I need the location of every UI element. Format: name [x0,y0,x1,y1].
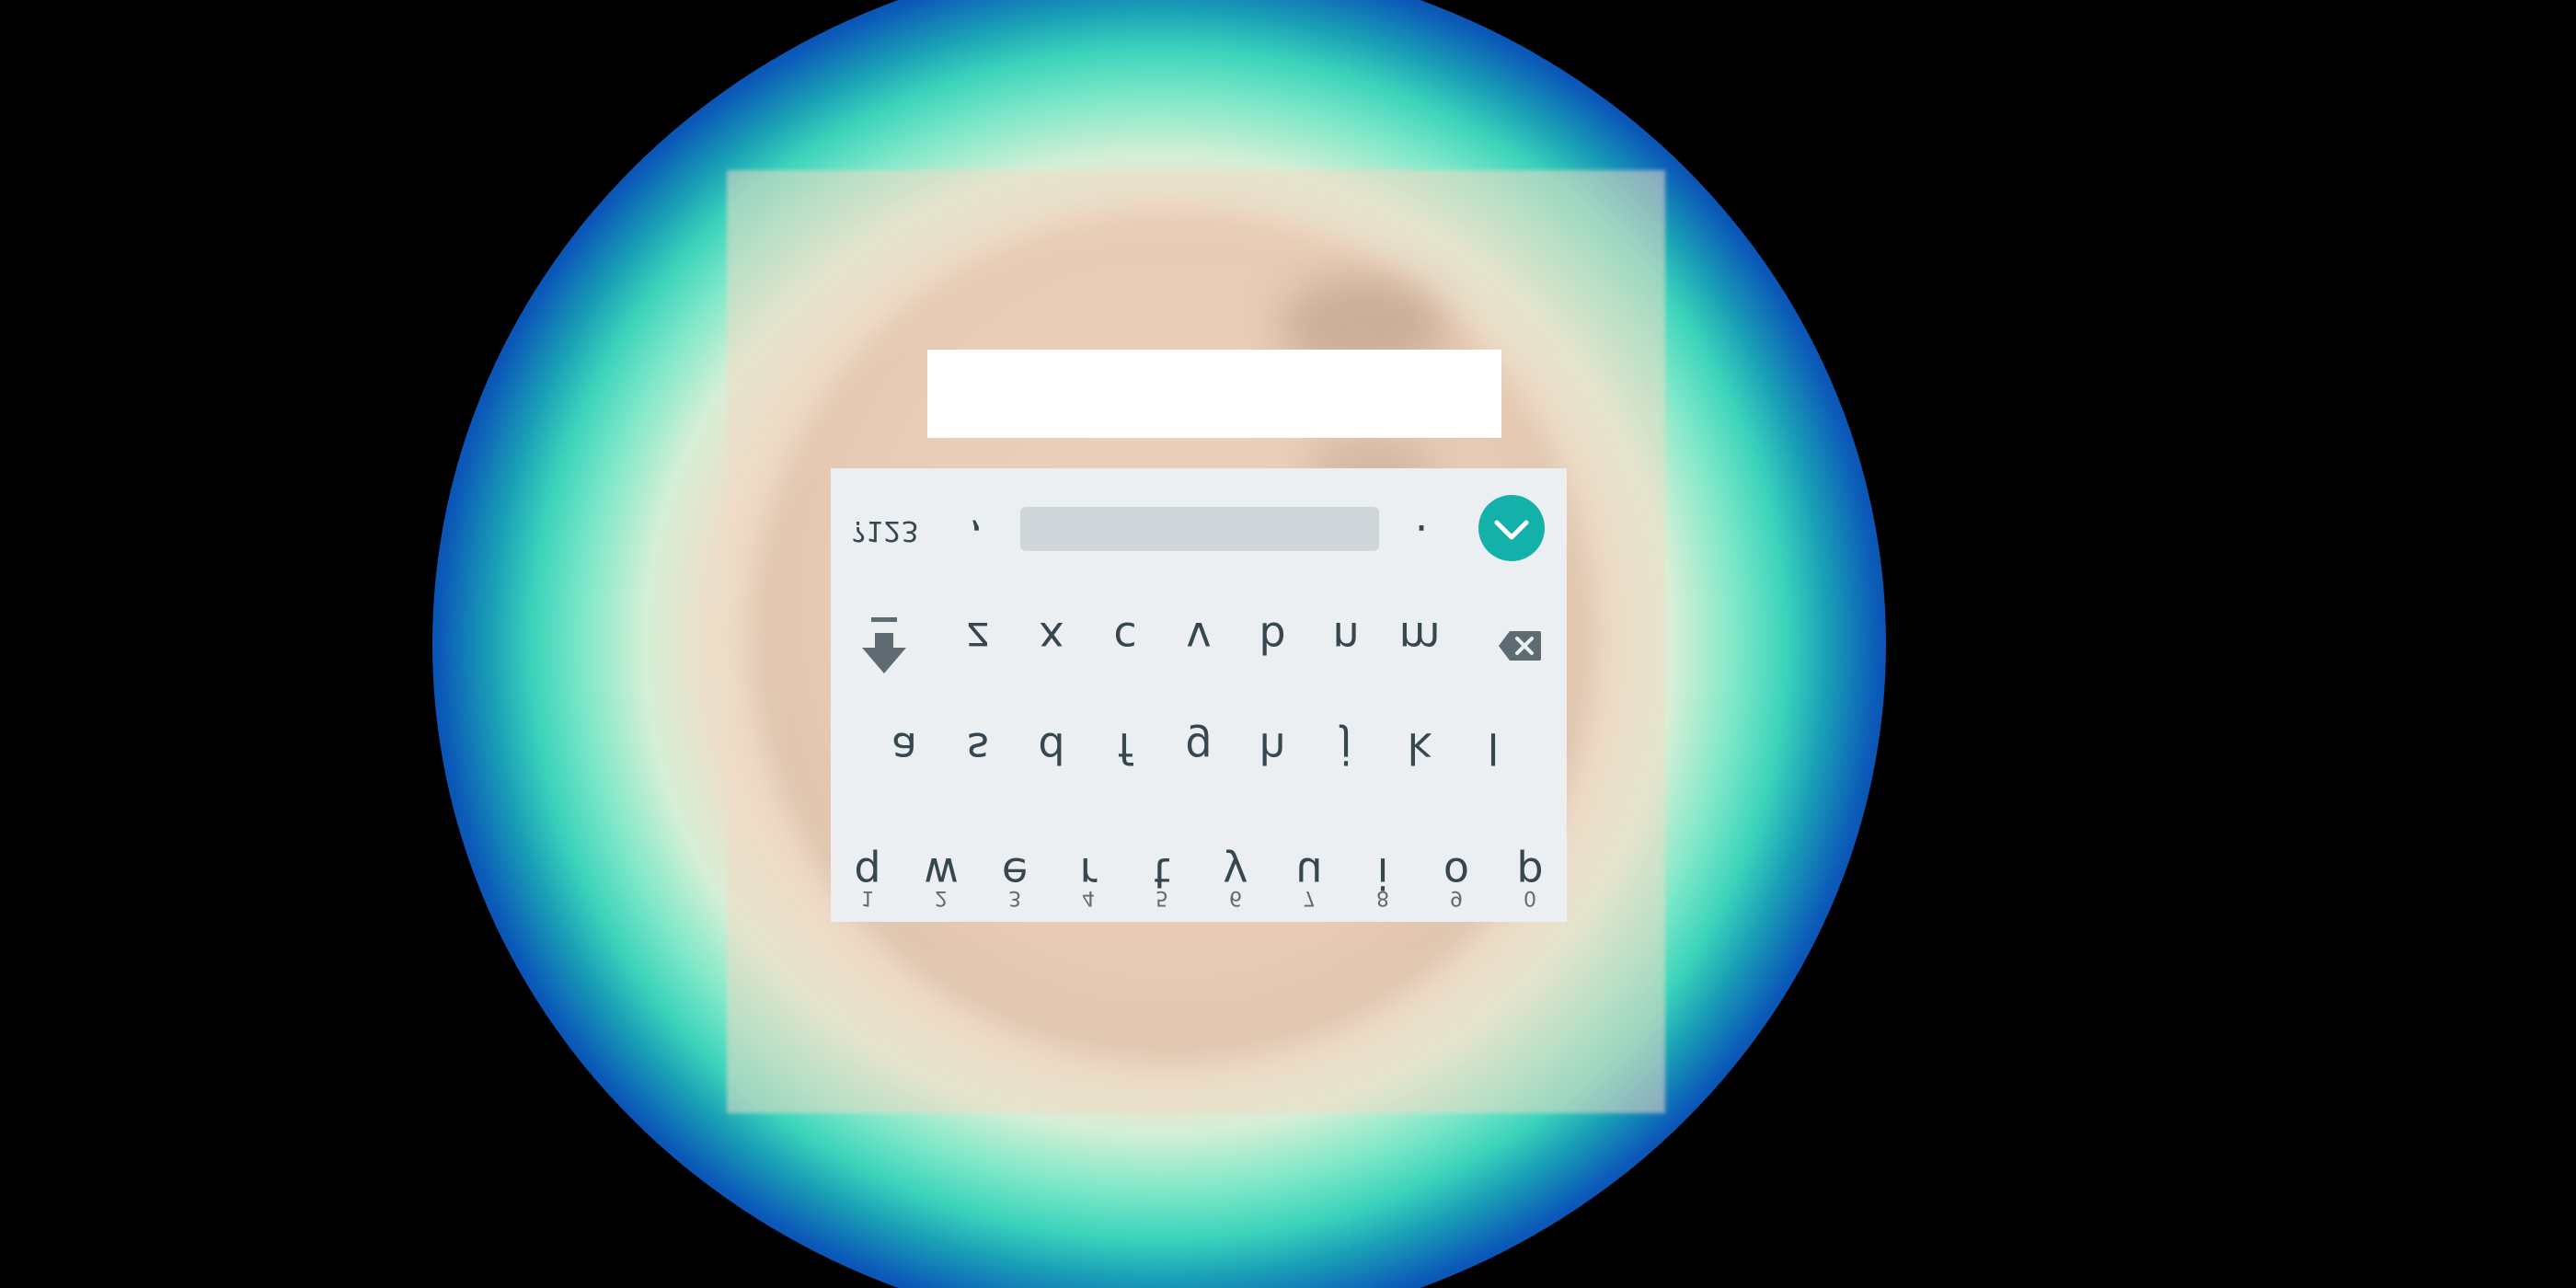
enter-key[interactable] [1478,495,1545,561]
key-h[interactable]: h [1236,701,1309,811]
keyboard-row-bottom: ?123 , . [831,468,1567,591]
key-r[interactable]: 4 r [1052,811,1125,922]
key-u[interactable]: 7 u [1272,811,1346,922]
key-d[interactable]: d [1015,701,1088,811]
key-label: i [1376,848,1389,898]
key-c[interactable]: c [1088,591,1162,701]
key-g[interactable]: g [1162,701,1236,811]
key-label: r [1079,848,1098,898]
keyboard-row-zxcv: z x c v b n m [831,591,1567,701]
key-label: q [854,848,881,898]
key-a[interactable]: a [868,701,941,811]
key-label: w [924,848,959,898]
key-s[interactable]: s [941,701,1015,811]
symbols-key[interactable]: ?123 [844,499,926,563]
key-m[interactable]: m [1383,591,1456,701]
text-input-field[interactable] [927,350,1501,438]
key-e[interactable]: 3 e [978,811,1052,922]
key-label: o [1443,848,1470,898]
key-p[interactable]: 0 p [1493,811,1567,922]
key-k[interactable]: k [1383,701,1456,811]
key-label: h [1259,723,1286,773]
backspace-key[interactable] [1471,591,1563,701]
key-t[interactable]: 5 t [1125,811,1199,922]
key-i[interactable]: 8 i [1346,811,1420,922]
key-l[interactable]: l [1456,701,1530,811]
key-label: u [1295,848,1323,898]
key-label: p [1516,848,1544,898]
key-q[interactable]: 1 q [831,811,904,922]
soft-keyboard: 1 q 2 w 3 e 4 r 5 t 6 y 7 u 8 i 9 o 0 p … [831,468,1567,922]
key-label: g [1185,723,1213,773]
key-label: t [1153,848,1171,898]
key-f[interactable]: f [1088,701,1162,811]
key-n[interactable]: n [1309,591,1383,701]
key-y[interactable]: 6 y [1199,811,1272,922]
shift-arrow-icon [862,617,906,673]
keyboard-row-asdf: a s d f g h j k l [868,701,1530,811]
key-x[interactable]: x [1015,591,1088,701]
key-label: x [1039,613,1064,662]
key-label: v [1186,613,1212,662]
key-o[interactable]: 9 o [1420,811,1493,922]
key-label: d [1038,723,1065,773]
key-label: y [1223,848,1248,898]
key-z[interactable]: z [941,591,1015,701]
key-label: b [1259,613,1286,662]
key-label: z [966,613,990,662]
screen: 1 q 2 w 3 e 4 r 5 t 6 y 7 u 8 i 9 o 0 p … [0,0,2576,1288]
key-label: n [1332,613,1360,662]
key-label: e [1001,848,1029,898]
key-label: f [1117,723,1133,773]
key-label: c [1113,613,1137,662]
key-v[interactable]: v [1162,591,1236,701]
shift-key[interactable] [838,591,926,701]
key-w[interactable]: 2 w [904,811,978,922]
key-j[interactable]: j [1309,701,1383,811]
space-bar[interactable] [1020,507,1379,551]
period-key[interactable]: . [1394,508,1449,572]
key-label: m [1398,613,1441,662]
key-label: a [891,723,918,773]
backspace-icon [1499,631,1541,661]
key-label: j [1340,723,1352,773]
enter-arrow-icon [1494,520,1529,540]
key-label: s [967,723,989,773]
key-label: l [1487,723,1500,773]
key-label: k [1407,723,1432,773]
keyboard-mirrored-layout: 1 q 2 w 3 e 4 r 5 t 6 y 7 u 8 i 9 o 0 p … [831,468,1567,922]
key-b[interactable]: b [1236,591,1309,701]
keyboard-row-qwerty: 1 q 2 w 3 e 4 r 5 t 6 y 7 u 8 i 9 o 0 p [831,811,1567,922]
comma-key[interactable]: , [949,508,1004,572]
